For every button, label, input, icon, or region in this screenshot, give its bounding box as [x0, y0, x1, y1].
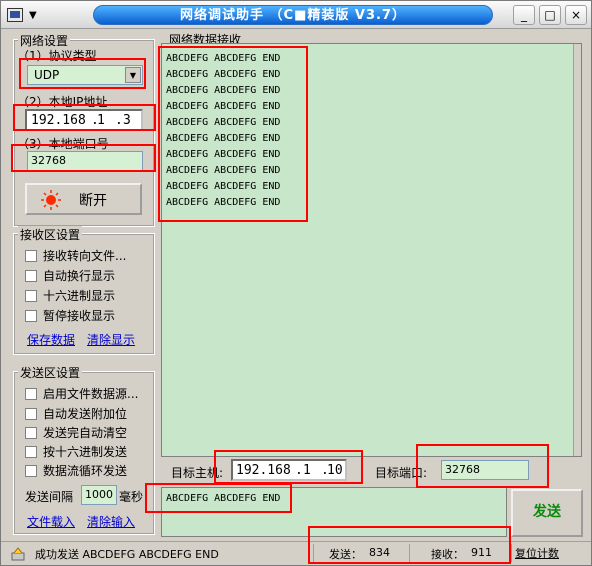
save-data-link[interactable]: 保存数据: [27, 331, 75, 348]
status-bar: 成功发送 ABCDEFG ABCDEFG END 发送： 834 接收： 911…: [1, 541, 591, 565]
status-icon: [11, 547, 25, 561]
disconnect-button[interactable]: 断开: [25, 183, 142, 215]
recv-data-area[interactable]: ABCDEFG ABCDEFG END ABCDEFG ABCDEFG END …: [161, 43, 582, 457]
checkbox-icon[interactable]: [25, 290, 37, 302]
app-icon: [7, 8, 23, 22]
checkbox-icon[interactable]: [25, 427, 37, 439]
target-port-input[interactable]: 32768: [441, 460, 529, 480]
local-ip-part-2: 1: [97, 113, 105, 128]
recv-line: ABCDEFG ABCDEFG END: [166, 69, 281, 80]
local-ip-input[interactable]: 192.168 . 1 . 3: [25, 109, 143, 131]
checkbox-icon[interactable]: [25, 250, 37, 262]
send-option-loop[interactable]: 数据流循环发送: [25, 462, 127, 479]
recv-line: ABCDEFG ABCDEFG END: [166, 197, 281, 208]
recv-line: ABCDEFG ABCDEFG END: [166, 85, 281, 96]
sent-count-label: 发送：: [329, 548, 362, 561]
close-button[interactable]: ×: [565, 5, 587, 25]
local-ip-label: （2）本地IP地址: [17, 95, 108, 109]
clear-display-link[interactable]: 清除显示: [87, 331, 135, 348]
sent-count: 834: [369, 546, 390, 559]
target-host-input[interactable]: 192.168 . 1 . 10: [231, 459, 347, 481]
checkbox-icon[interactable]: [25, 270, 37, 282]
checkbox-icon[interactable]: [25, 408, 37, 420]
checkbox-icon[interactable]: [25, 388, 37, 400]
target-host-label: 目标主机:: [171, 466, 224, 480]
red-light-icon: [41, 190, 61, 210]
title-bar: ▼ 网络调试助手 （C■精装版 V3.7） _ □ ×: [1, 1, 591, 29]
status-message: 成功发送 ABCDEFG ABCDEFG END: [35, 548, 219, 561]
recv-line: ABCDEFG ABCDEFG END: [166, 181, 281, 192]
recv-line: ABCDEFG ABCDEFG END: [166, 149, 281, 160]
load-file-link[interactable]: 文件载入: [27, 513, 75, 530]
send-settings-title: 发送区设置: [18, 364, 83, 381]
protocol-value: UDP: [34, 68, 60, 82]
checkbox-icon[interactable]: [25, 310, 37, 322]
target-port-label: 目标端口:: [375, 466, 428, 480]
recv-option-hex[interactable]: 十六进制显示: [25, 287, 115, 304]
send-input-area[interactable]: ABCDEFG ABCDEFG END: [161, 487, 507, 537]
chevron-down-icon[interactable]: ▼: [125, 67, 141, 83]
send-button[interactable]: 发送: [511, 489, 583, 537]
recv-count-label: 接收：: [431, 548, 464, 561]
reset-count-button[interactable]: 复位计数: [515, 545, 559, 561]
recv-line: ABCDEFG ABCDEFG END: [166, 165, 281, 176]
recv-line: ABCDEFG ABCDEFG END: [166, 101, 281, 112]
recv-option-auto-wrap[interactable]: 自动换行显示: [25, 267, 115, 284]
recv-settings-title: 接收区设置: [18, 226, 83, 243]
chevron-down-icon: ▼: [29, 10, 37, 21]
minimize-button[interactable]: _: [513, 5, 535, 25]
local-ip-part-3: 3: [123, 113, 131, 128]
recv-line: ABCDEFG ABCDEFG END: [166, 133, 281, 144]
local-port-input[interactable]: 32768: [27, 151, 143, 171]
target-ip-part-3: 10: [327, 463, 343, 478]
clear-input-link[interactable]: 清除输入: [87, 513, 135, 530]
window-title: 网络调试助手 （C■精装版 V3.7）: [93, 5, 493, 25]
recv-option-to-file[interactable]: 接收转向文件...: [25, 247, 126, 264]
app-window: ▼ 网络调试助手 （C■精装版 V3.7） _ □ × 网络设置 （1）协议类型…: [0, 0, 592, 566]
send-interval-unit: 毫秒: [119, 490, 144, 504]
protocol-select[interactable]: UDP ▼: [27, 65, 143, 85]
recv-line: ABCDEFG ABCDEFG END: [166, 53, 281, 64]
recv-option-pause[interactable]: 暂停接收显示: [25, 307, 115, 324]
local-ip-part-1: 192.168: [31, 113, 86, 128]
send-interval-label: 发送间隔: [25, 490, 74, 504]
recv-count: 911: [471, 546, 492, 559]
recv-line: ABCDEFG ABCDEFG END: [166, 117, 281, 128]
send-option-hex[interactable]: 按十六进制发送: [25, 443, 127, 460]
send-option-file-source[interactable]: 启用文件数据源...: [25, 385, 138, 402]
send-option-append[interactable]: 自动发送附加位: [25, 405, 127, 422]
checkbox-icon[interactable]: [25, 446, 37, 458]
target-ip-part-1: 192.168: [236, 463, 291, 478]
protocol-label: （1）协议类型: [17, 49, 97, 63]
recv-scrollbar[interactable]: [573, 44, 581, 456]
send-interval-input[interactable]: 1000: [81, 485, 117, 505]
checkbox-icon[interactable]: [25, 465, 37, 477]
maximize-button[interactable]: □: [539, 5, 561, 25]
system-menu[interactable]: ▼: [7, 6, 43, 24]
disconnect-label: 断开: [79, 193, 107, 209]
local-port-label: （3）本地端口号: [17, 137, 109, 151]
target-ip-part-2: 1: [303, 463, 311, 478]
send-option-auto-clear[interactable]: 发送完自动清空: [25, 424, 127, 441]
